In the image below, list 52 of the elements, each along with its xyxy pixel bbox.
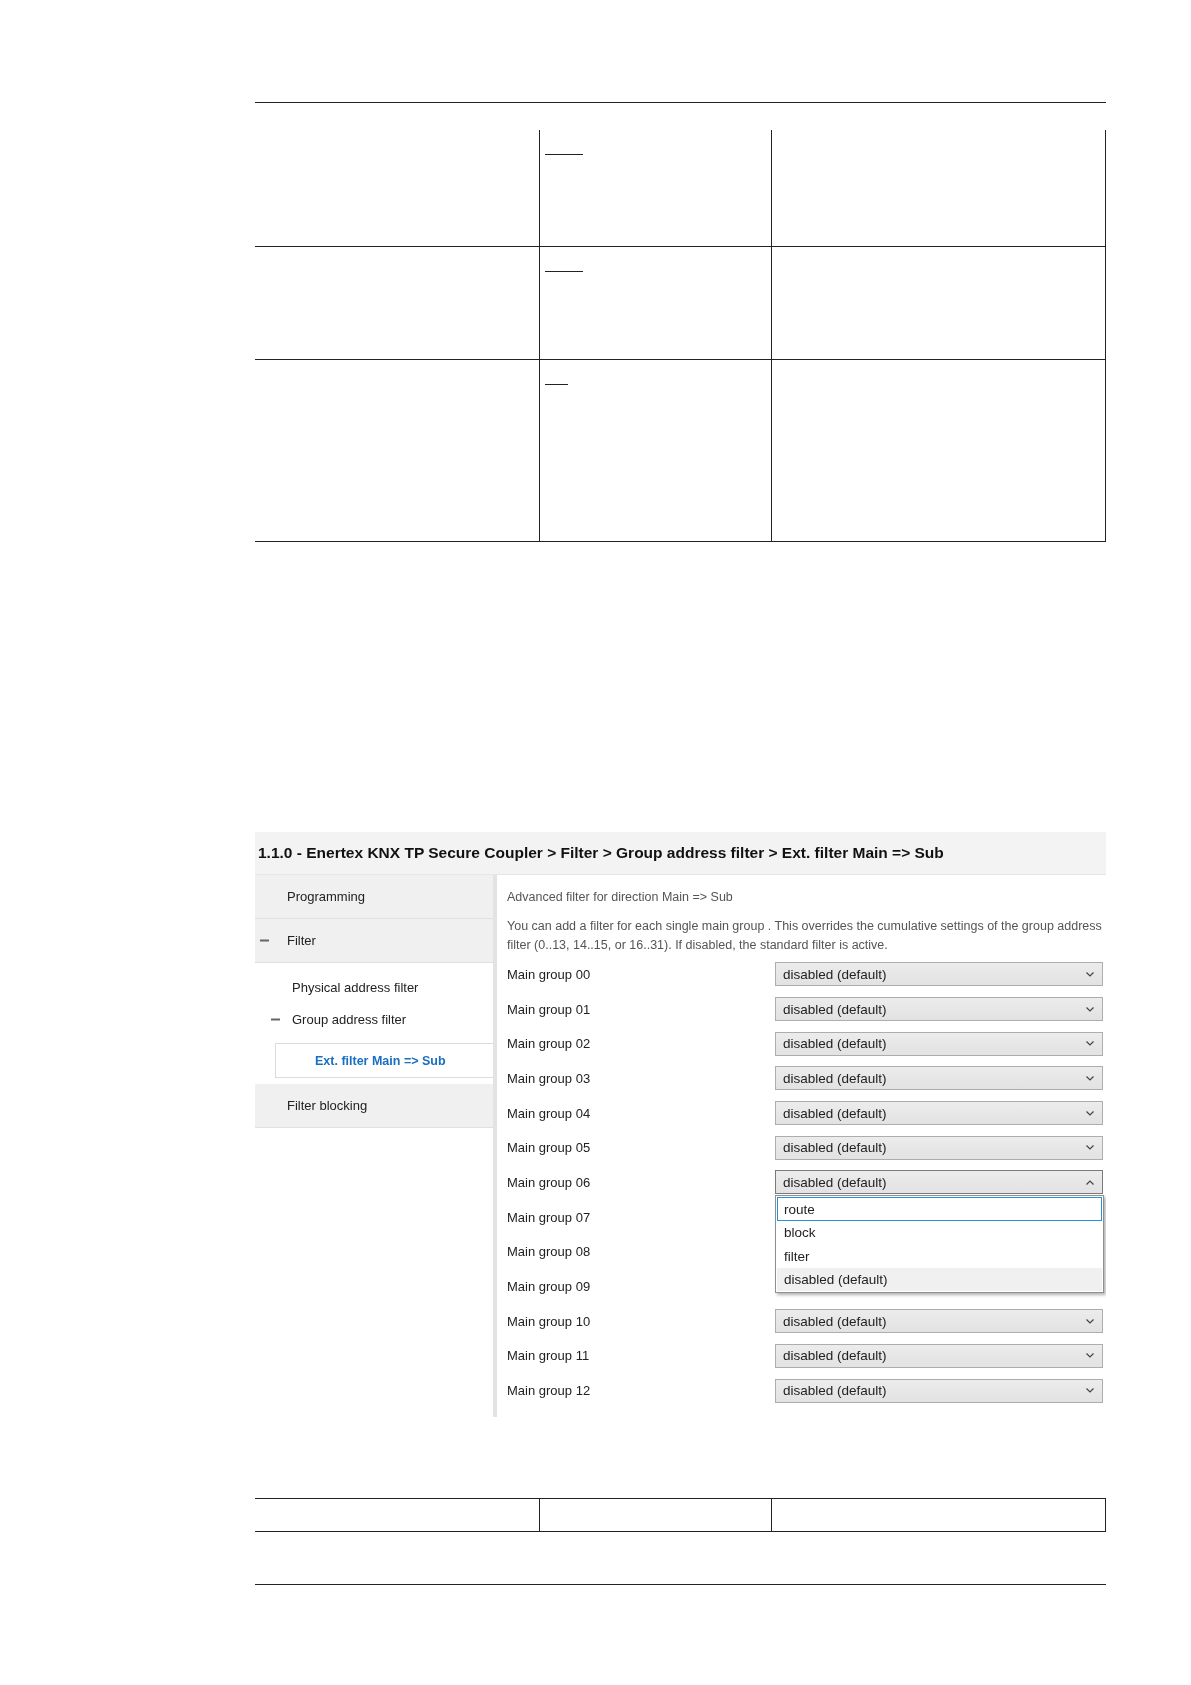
chevron-icon <box>1086 1041 1094 1047</box>
dropdown[interactable]: disabled (default) <box>775 1378 1103 1403</box>
dropdown[interactable]: disabled (default) <box>775 997 1103 1022</box>
nav-item[interactable]: Filter blocking <box>255 1084 493 1127</box>
chevron-icon <box>1086 1353 1094 1359</box>
parameter-label: Main group 08 <box>507 1244 592 1260</box>
parameter-label: Main group 04 <box>507 1105 592 1121</box>
dropdown[interactable]: disabled (default) <box>775 1309 1103 1334</box>
chevron-icon <box>1086 1179 1094 1185</box>
chevron-icon <box>1086 1006 1094 1012</box>
selected-nav-item[interactable]: Ext. filter Main => Sub <box>275 1043 493 1078</box>
nav-label: Programming <box>287 889 366 904</box>
dropdown-option[interactable]: block <box>777 1220 1102 1245</box>
parameter-label: Main group 06 <box>507 1174 592 1190</box>
nav-item[interactable]: Group address filter <box>255 1003 493 1035</box>
dropdown[interactable]: disabled (default) <box>775 1135 1103 1160</box>
parameter-label: Main group 07 <box>507 1209 592 1225</box>
breadcrumb: 1.1.0 - Enertex KNX TP Secure Coupler > Filter > Group address filter > Ext. filter Main => Sub <box>255 832 1106 875</box>
nav-label: Filter blocking <box>287 1098 368 1113</box>
parameter-label: Main group 10 <box>507 1313 592 1329</box>
description: You can add a filter for each single main group . This overrides the cumulative settings of the group address filter (0..13, 14..15, or 16..31). If disabled, the standard filter is active. <box>507 918 1103 954</box>
parameter-label: Main group 05 <box>507 1140 592 1156</box>
parameter-label: Main group 09 <box>507 1279 592 1295</box>
nav-label: Ext. filter Main => Sub <box>315 1053 446 1068</box>
dropdown[interactable]: disabled (default) <box>775 1170 1103 1195</box>
dropdown-option[interactable]: filter <box>777 1244 1102 1268</box>
nav-item[interactable]: Filter <box>255 919 493 962</box>
nav-item[interactable]: Physical address filter <box>255 971 493 1003</box>
dropdown[interactable]: disabled (default) <box>775 1066 1103 1091</box>
nav-label: Filter <box>287 933 316 948</box>
chevron-icon <box>1086 1110 1094 1116</box>
parameter-label: Main group 03 <box>507 1070 592 1086</box>
section-heading: Advanced filter for direction Main => Sub <box>507 890 734 904</box>
nav-label: Physical address filter <box>292 979 419 995</box>
dropdown[interactable]: disabled (default) <box>775 1101 1103 1126</box>
chevron-icon <box>1086 1318 1094 1324</box>
parameter-label: Main group 01 <box>507 1001 592 1017</box>
dropdown-option[interactable]: disabled (default) <box>777 1267 1102 1292</box>
parameter-label: Main group 00 <box>507 966 592 982</box>
nav-item[interactable]: Programming <box>255 875 493 918</box>
chevron-icon <box>1086 971 1094 977</box>
parameter-label: Main group 12 <box>507 1383 592 1399</box>
dropdown[interactable]: disabled (default) <box>775 962 1103 987</box>
chevron-icon <box>1086 1388 1094 1394</box>
chevron-icon <box>1086 1145 1094 1151</box>
parameter-label: Main group 02 <box>507 1036 592 1052</box>
chevron-icon <box>1086 1075 1094 1081</box>
dropdown[interactable]: disabled (default) <box>775 1031 1103 1056</box>
parameter-label: Main group 11 <box>507 1348 591 1364</box>
nav-label: Group address filter <box>292 1011 407 1027</box>
dropdown-option[interactable]: route <box>777 1197 1102 1221</box>
dropdown[interactable]: disabled (default) <box>775 1343 1103 1368</box>
